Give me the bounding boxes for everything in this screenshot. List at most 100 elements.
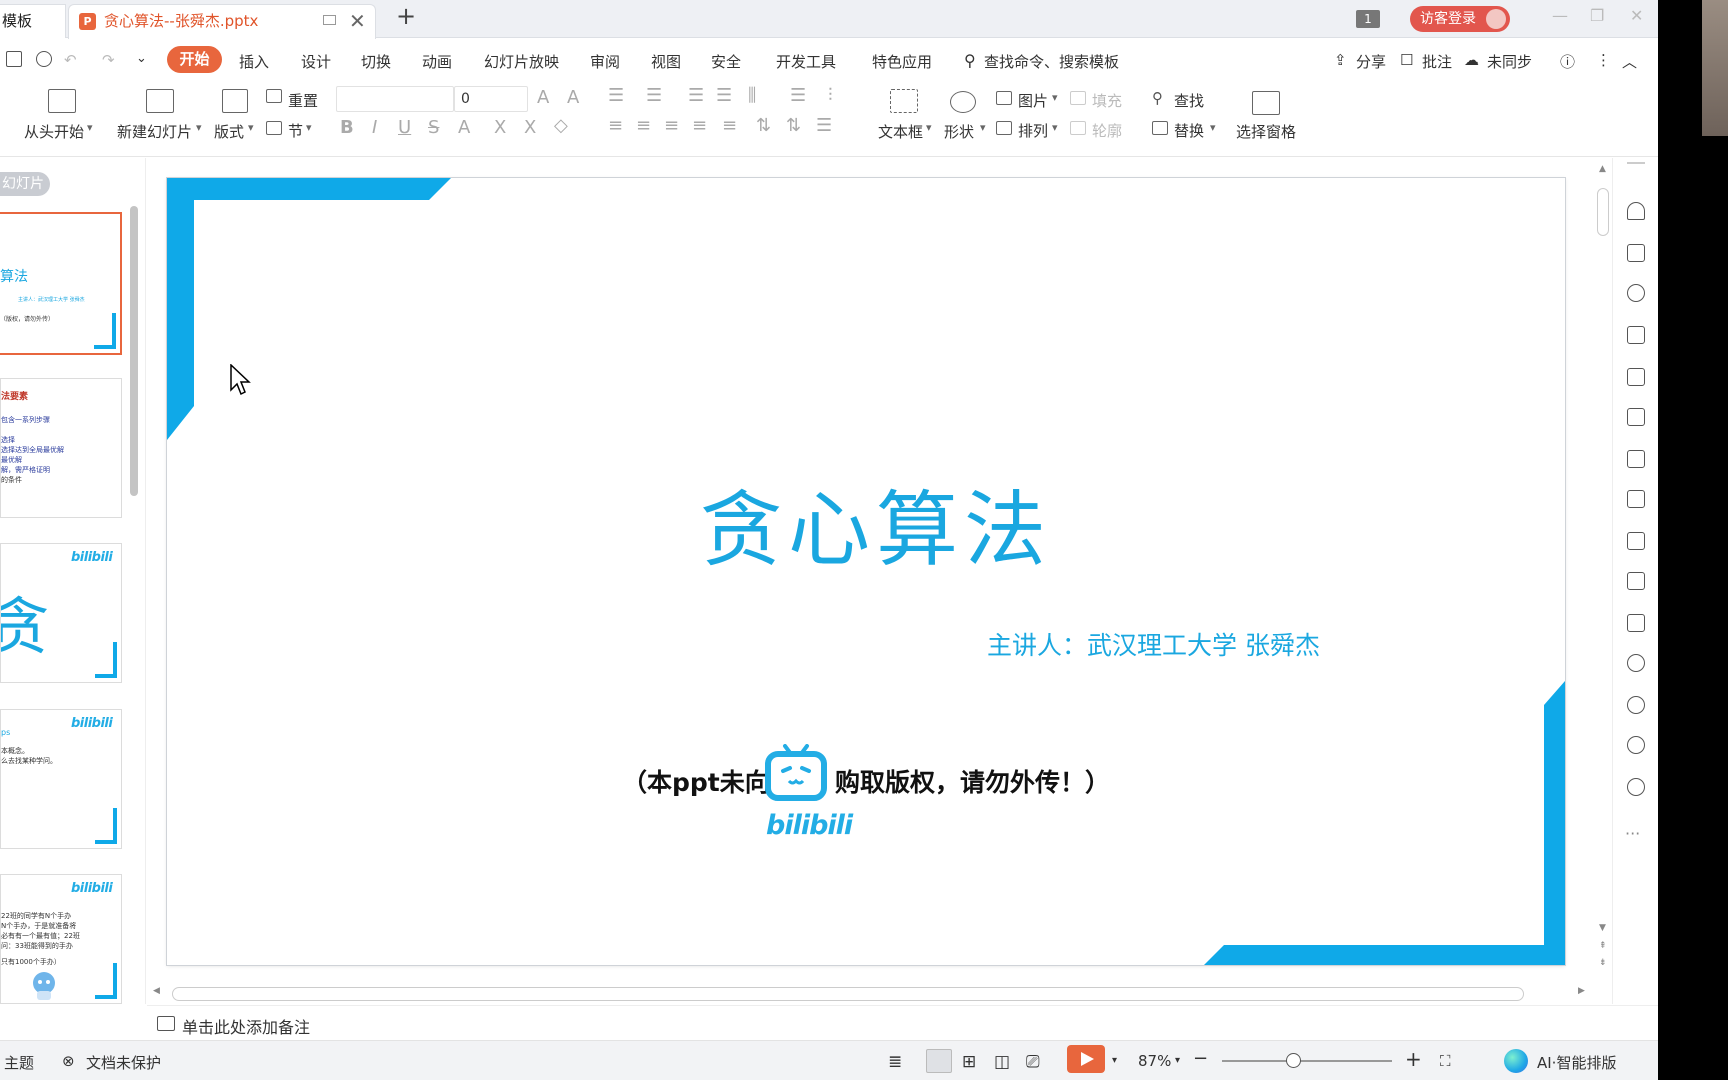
paragraph-settings-icon[interactable]: ☰ <box>816 115 832 136</box>
slide-thumbnail-1[interactable]: 算法 主讲人：武汉理工大学 张舜杰 （版权，请勿外传） <box>0 212 122 355</box>
align-left-icon[interactable]: ≡ <box>608 115 623 136</box>
slide-thumbnail-4[interactable]: bilibili ps 本概念。 么去找某种学问。 <box>0 709 122 849</box>
tab-home[interactable]: 开始 <box>167 46 222 73</box>
text-style-icon[interactable] <box>1627 326 1645 344</box>
find-icon[interactable]: ⚲ <box>1152 89 1163 107</box>
window-close-icon[interactable]: ✕ <box>1630 6 1643 25</box>
tab-slideshow[interactable]: 幻灯片放映 <box>484 51 559 72</box>
adjust-settings-icon[interactable] <box>1627 450 1645 468</box>
more-menu-icon[interactable]: ⋮ <box>1596 51 1611 69</box>
zoom-out-icon[interactable]: − <box>1193 1048 1208 1069</box>
tab-window-icon[interactable] <box>323 15 336 25</box>
comment-button[interactable]: 批注 <box>1422 51 1452 72</box>
italic-icon[interactable]: I <box>372 117 377 138</box>
arrange-dropdown-icon[interactable]: ▾ <box>1052 121 1058 134</box>
find-button[interactable]: 查找 <box>1174 90 1204 111</box>
scroll-left-icon[interactable]: ◀ <box>153 986 160 996</box>
justify-icon[interactable]: ≡ <box>692 115 707 136</box>
history-clock-icon[interactable] <box>1627 736 1645 754</box>
font-shrink-icon[interactable]: A <box>567 87 579 108</box>
window-count-badge[interactable]: 1 <box>1356 10 1380 28</box>
align-text-icon[interactable]: ☰ <box>790 85 806 106</box>
visitor-login-button[interactable]: 访客登录 <box>1410 6 1510 32</box>
scroll-down-icon[interactable]: ▼ <box>1599 923 1606 933</box>
design-inspiration-icon[interactable] <box>1627 244 1645 262</box>
tab-security[interactable]: 安全 <box>711 51 741 72</box>
font-name-select[interactable] <box>336 86 454 112</box>
audio-speaker-icon[interactable] <box>1627 654 1645 672</box>
cloud-sync-icon[interactable]: ☁ <box>1464 51 1479 69</box>
text-direction-icon[interactable]: ⫼ <box>748 85 756 106</box>
slide-speaker[interactable]: 主讲人：武汉理工大学 张舜杰 <box>987 626 1320 662</box>
tab-document[interactable]: P 贪心算法--张舜杰.pptx ✕ <box>68 4 376 39</box>
help-icon[interactable]: ⓘ <box>1560 51 1575 72</box>
slide-copyright-note-right[interactable]: 购取版权，请勿外传！） <box>835 763 1110 799</box>
new-slide-icon[interactable] <box>146 89 174 113</box>
zoom-dropdown-icon[interactable]: ▾ <box>1175 1055 1180 1066</box>
thumbnail-scrollbar[interactable] <box>130 206 138 496</box>
font-size-select[interactable]: 0 <box>454 86 528 112</box>
play-dropdown-icon[interactable]: ▾ <box>1112 1055 1117 1066</box>
textbox-button[interactable]: 文本框 <box>878 121 923 142</box>
reset-icon[interactable] <box>266 89 282 103</box>
tab-animation[interactable]: 动画 <box>422 51 452 72</box>
archive-box-icon[interactable] <box>1627 572 1645 590</box>
share-button[interactable]: 分享 <box>1356 51 1386 72</box>
slides-tab[interactable]: 幻灯片 <box>0 172 50 196</box>
security-shield-icon[interactable] <box>1627 696 1645 714</box>
tab-review[interactable]: 审阅 <box>590 51 620 72</box>
section-dropdown-icon[interactable]: ▾ <box>306 121 312 134</box>
superscript-icon[interactable]: X <box>494 117 506 138</box>
export-share-icon[interactable] <box>1627 532 1645 550</box>
slideshow-start-icon[interactable] <box>48 89 76 113</box>
restore-icon[interactable]: ❐ <box>1590 6 1604 25</box>
strikethrough-icon[interactable]: S <box>428 117 439 138</box>
shape-style-icon[interactable] <box>1627 284 1645 302</box>
collapse-ribbon-icon[interactable]: ︿ <box>1622 51 1637 72</box>
tab-insert[interactable]: 插入 <box>239 51 269 72</box>
minimize-icon[interactable]: — <box>1552 6 1568 25</box>
slide-thumbnail-5[interactable]: bilibili 22班的同学有N个手办 N个手办，于是就准备将 必有有一个最有… <box>0 874 122 1004</box>
shape-dropdown-icon[interactable]: ▾ <box>980 121 986 134</box>
tab-close-icon[interactable]: ✕ <box>349 5 366 37</box>
replace-dropdown-icon[interactable]: ▾ <box>1210 121 1216 134</box>
zoom-level[interactable]: 87% <box>1138 1052 1171 1070</box>
font-grow-icon[interactable]: A <box>537 87 549 108</box>
horizontal-scrollbar[interactable] <box>172 987 1524 1001</box>
notes-toggle-icon[interactable]: ≣ <box>888 1052 902 1072</box>
bullet-list-icon[interactable]: ☰ <box>608 85 624 106</box>
next-slide-icon[interactable]: ⇟ <box>1599 958 1607 968</box>
underline-icon[interactable]: U <box>398 117 411 138</box>
vertical-scrollbar[interactable]: ▲ ▼ ⇞ ⇟ <box>1596 158 1610 978</box>
selection-pane-button[interactable]: 选择窗格 <box>1236 121 1296 142</box>
fit-window-icon[interactable]: ⛶ <box>1440 1052 1451 1070</box>
paragraph-spacing-icon[interactable]: ⇅ <box>786 115 801 136</box>
tab-design[interactable]: 设计 <box>301 51 331 72</box>
slide-title[interactable]: 贪心算法 <box>167 463 1565 582</box>
print-preview-icon[interactable] <box>36 51 52 67</box>
more-tools-icon[interactable]: ··· <box>1625 824 1640 843</box>
ai-layout-button[interactable]: AI·智能排版 <box>1537 1052 1616 1073</box>
slide-thumbnail-2[interactable]: 法要素 包含一系列步骤 选择 选择达到全局最优解 最优解 解，需严格证明 的条件 <box>0 378 122 518</box>
section-icon[interactable] <box>266 121 282 135</box>
share-icon[interactable]: ⇪ <box>1334 51 1347 69</box>
grid-apps-icon[interactable] <box>1627 368 1645 386</box>
section-button[interactable]: 节 <box>288 120 303 141</box>
from-start-button[interactable]: 从头开始 <box>24 121 84 142</box>
vertical-scroll-thumb[interactable] <box>1597 188 1609 236</box>
undo-icon[interactable]: ↶ <box>64 51 77 69</box>
comment-icon[interactable]: ☐ <box>1400 51 1413 69</box>
new-slide-dropdown-icon[interactable]: ▾ <box>196 121 202 134</box>
replace-icon[interactable] <box>1152 121 1168 135</box>
from-start-dropdown-icon[interactable]: ▾ <box>87 121 93 134</box>
tab-special-apps[interactable]: 特色应用 <box>872 51 932 72</box>
slide-sorter-icon[interactable]: ⊞ <box>962 1052 976 1072</box>
slide-copyright-note-left[interactable]: （本ppt未向 <box>622 763 770 799</box>
reset-button[interactable]: 重置 <box>288 90 318 111</box>
picture-icon[interactable] <box>1627 614 1645 632</box>
increase-indent-icon[interactable]: ☰ <box>716 85 732 106</box>
replace-button[interactable]: 替换 <box>1174 120 1204 141</box>
print-icon[interactable] <box>6 51 22 67</box>
notes-placeholder[interactable]: 单击此处添加备注 <box>182 1014 310 1038</box>
column-spacing-icon[interactable]: ⇅ <box>756 115 771 136</box>
